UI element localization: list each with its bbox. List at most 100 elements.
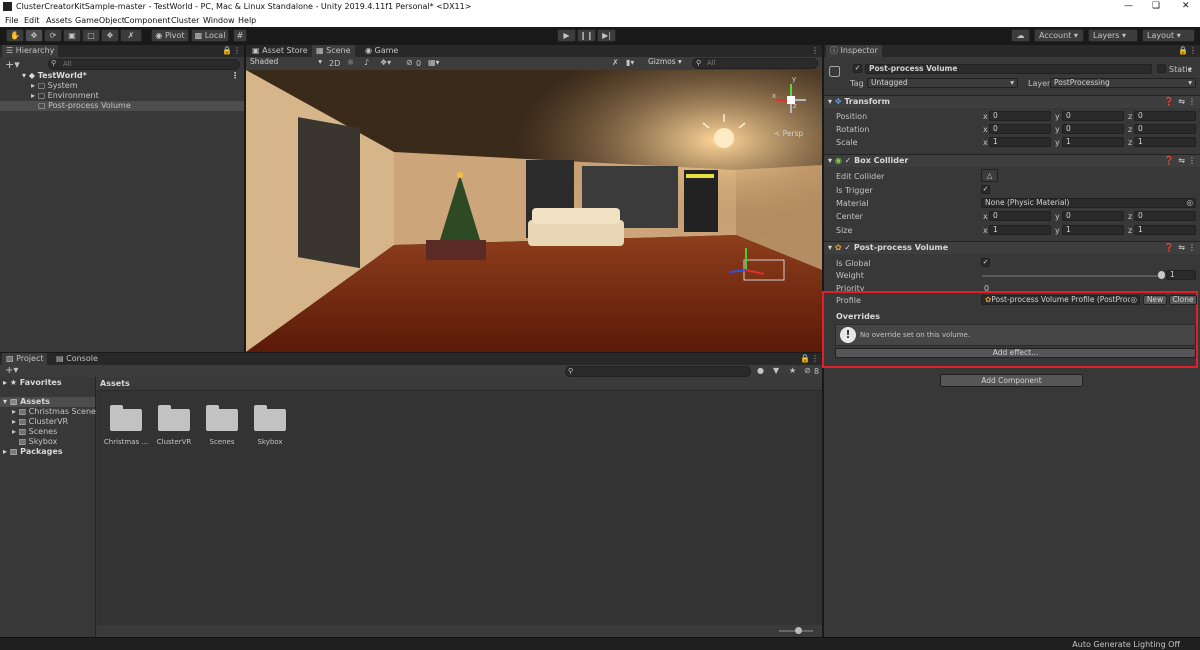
rotate-tool-icon[interactable]: ⟳: [44, 29, 62, 42]
collapse-arrow-icon[interactable]: ▸: [31, 91, 35, 100]
object-picker-icon[interactable]: ◎: [1186, 199, 1193, 207]
center-x-field[interactable]: 0: [989, 211, 1051, 221]
favorite-star-icon[interactable]: ★: [789, 366, 796, 375]
grid-toggle-icon[interactable]: ▦▾: [428, 58, 440, 67]
tab-project[interactable]: ▧ Project: [2, 353, 48, 365]
menu-edit[interactable]: Edit: [24, 16, 40, 25]
menu-window[interactable]: Window: [203, 16, 235, 25]
transform-tool-icon[interactable]: ❖: [101, 29, 119, 42]
position-z-field[interactable]: 0: [1134, 111, 1196, 121]
folder-skybox[interactable]: [254, 405, 286, 431]
project-search-input[interactable]: [565, 366, 751, 377]
help-icon[interactable]: ❓: [1164, 96, 1174, 108]
scale-x-field[interactable]: 1: [989, 137, 1051, 147]
object-picker-icon[interactable]: ◎: [1130, 296, 1137, 304]
tree-item-packages[interactable]: ▸ ▧ Packages: [0, 447, 95, 457]
menu-file[interactable]: File: [5, 16, 18, 25]
collapse-arrow-icon[interactable]: ▸: [12, 417, 16, 426]
panel-menu-icon[interactable]: ⋮: [811, 354, 819, 363]
play-button[interactable]: ▶: [557, 29, 576, 42]
gizmos-dropdown[interactable]: Gizmos ▾: [645, 58, 689, 68]
is-trigger-checkbox[interactable]: ✓: [981, 185, 990, 194]
folder-scenes[interactable]: [206, 405, 238, 431]
search-by-label-icon[interactable]: ▼: [773, 366, 779, 375]
rotation-z-field[interactable]: 0: [1134, 124, 1196, 134]
static-dropdown-icon[interactable]: ▾: [1188, 65, 1192, 74]
move-tool-icon[interactable]: ✥: [25, 29, 43, 42]
menu-gameobject[interactable]: GameObject: [75, 16, 125, 25]
hierarchy-item-system[interactable]: ▸ ▢ System: [0, 81, 244, 91]
create-plus-icon[interactable]: +▾: [5, 365, 18, 376]
tree-item-skybox[interactable]: ▸ ▧ Skybox: [0, 437, 95, 447]
maximize-icon[interactable]: ❏: [1152, 1, 1160, 11]
hidden-packages-icon[interactable]: ⊘: [804, 366, 811, 375]
profile-field[interactable]: ✿Post-process Volume Profile (PostProce ◎: [981, 295, 1140, 305]
scene-viewport[interactable]: y x z < Persp: [246, 70, 822, 352]
expand-arrow-icon[interactable]: ▾: [22, 71, 26, 80]
hand-tool-icon[interactable]: ✋: [6, 29, 24, 42]
transform-header[interactable]: ▾ ✥ Transform ❓ ⇋ ⋮: [824, 95, 1200, 108]
expand-arrow-icon[interactable]: ▾: [3, 397, 7, 406]
component-enabled-check-icon[interactable]: ✓: [845, 156, 852, 165]
clone-profile-button[interactable]: Clone: [1169, 295, 1197, 305]
help-icon[interactable]: ❓: [1164, 155, 1174, 167]
camera-icon[interactable]: ▮▾: [626, 58, 634, 67]
scene-menu-icon[interactable]: ⋮: [231, 71, 239, 81]
tab-console[interactable]: ▤ Console: [52, 353, 102, 365]
hierarchy-item-post-process-volume[interactable]: ▢ Post-process Volume: [0, 101, 244, 111]
panel-menu-icon[interactable]: ⋮: [233, 46, 241, 55]
weight-slider-thumb[interactable]: [1158, 271, 1165, 279]
layers-dropdown[interactable]: Layers ▾: [1088, 29, 1138, 42]
component-enabled-check-icon[interactable]: ✓: [844, 243, 851, 252]
new-profile-button[interactable]: New: [1143, 295, 1167, 305]
menu-assets[interactable]: Assets: [46, 16, 72, 25]
create-plus-icon[interactable]: +▾: [5, 58, 20, 71]
collapse-arrow-icon[interactable]: ▸: [31, 81, 35, 90]
persp-label[interactable]: < Persp: [774, 129, 804, 138]
local-button[interactable]: ▩ Local: [191, 29, 229, 42]
post-process-volume-header[interactable]: ▾ ✿ ✓ Post-process Volume ❓ ⇋ ⋮: [824, 241, 1200, 254]
effects-toggle-icon[interactable]: ❖▾: [380, 58, 391, 67]
tag-dropdown[interactable]: Untagged ▾: [867, 78, 1018, 88]
position-x-field[interactable]: 0: [989, 111, 1051, 121]
menu-help[interactable]: Help: [238, 16, 256, 25]
scale-z-field[interactable]: 1: [1134, 137, 1196, 147]
breadcrumb-assets[interactable]: Assets: [100, 379, 130, 388]
rect-tool-icon[interactable]: □: [82, 29, 100, 42]
size-x-field[interactable]: 1: [989, 225, 1051, 235]
tab-hierarchy[interactable]: ☰ Hierarchy: [2, 45, 59, 57]
presets-icon[interactable]: ⇋: [1178, 155, 1185, 167]
object-name-field[interactable]: Post-process Volume: [865, 64, 1152, 74]
folder-clustervr[interactable]: [158, 405, 190, 431]
component-menu-icon[interactable]: ⋮: [1188, 242, 1196, 254]
folder-christmas-scene[interactable]: [110, 405, 142, 431]
expand-arrow-icon[interactable]: ▾: [828, 243, 832, 252]
position-y-field[interactable]: 0: [1062, 111, 1124, 121]
scale-tool-icon[interactable]: ▣: [63, 29, 81, 42]
collapse-arrow-icon[interactable]: ▸: [3, 447, 7, 456]
weight-slider-track[interactable]: [982, 275, 1162, 277]
lock-icon[interactable]: 🔒: [222, 46, 232, 55]
presets-icon[interactable]: ⇋: [1178, 242, 1185, 254]
tree-item-clustervr[interactable]: ▸ ▧ ClusterVR: [0, 417, 95, 427]
static-checkbox[interactable]: [1157, 64, 1166, 73]
mode-2d-button[interactable]: 2D: [329, 59, 340, 68]
layout-dropdown[interactable]: Layout ▾: [1142, 29, 1195, 42]
weight-field[interactable]: 1: [1166, 270, 1196, 280]
expand-arrow-icon[interactable]: ▾: [828, 156, 832, 165]
shading-mode-dropdown[interactable]: Shaded ▾: [247, 58, 325, 68]
active-checkbox[interactable]: ✓: [853, 64, 862, 73]
zoom-slider-thumb[interactable]: [795, 627, 802, 634]
hierarchy-search-input[interactable]: All: [48, 59, 240, 70]
lock-icon[interactable]: 🔒: [800, 354, 810, 363]
custom-tool-icon[interactable]: ✗: [120, 29, 142, 42]
scale-y-field[interactable]: 1: [1062, 137, 1124, 147]
size-y-field[interactable]: 1: [1062, 225, 1124, 235]
audio-toggle-icon[interactable]: ♪: [364, 58, 369, 67]
center-z-field[interactable]: 0: [1134, 211, 1196, 221]
component-menu-icon[interactable]: ⋮: [1188, 155, 1196, 167]
lock-icon[interactable]: 🔒: [1178, 46, 1188, 55]
tab-scene[interactable]: ▦ Scene: [312, 45, 355, 57]
search-by-type-icon[interactable]: ●: [757, 366, 764, 375]
tree-item-favorites[interactable]: ▸ ★ Favorites: [0, 378, 95, 388]
